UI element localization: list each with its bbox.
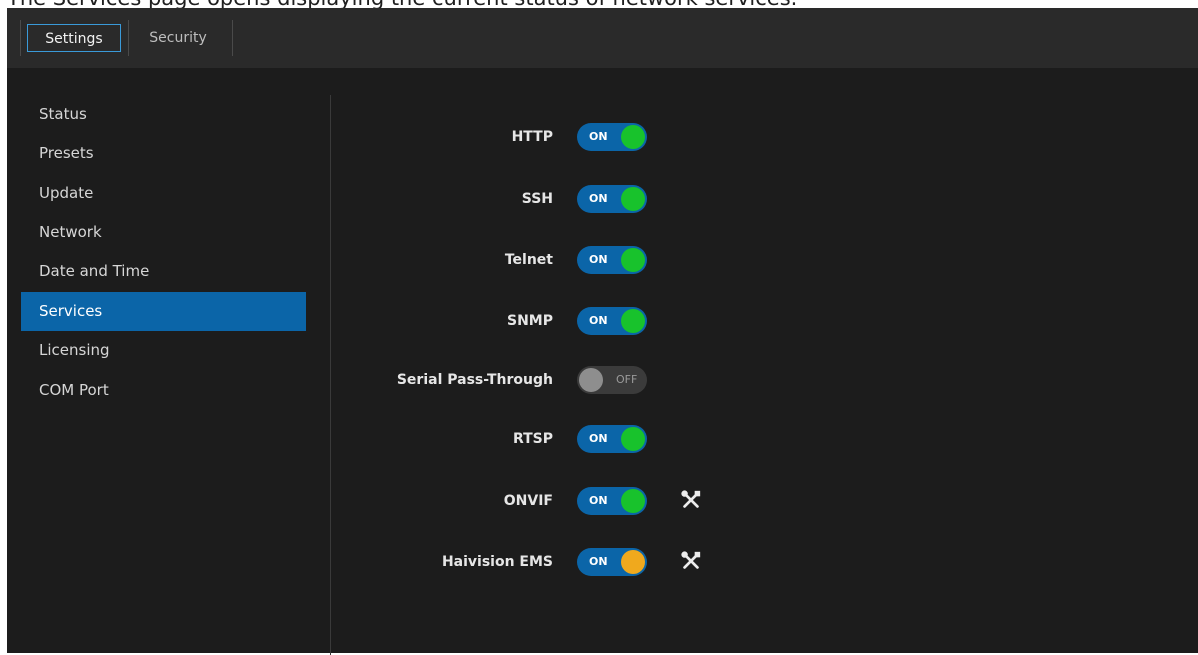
ssh-toggle[interactable]: ON	[577, 185, 647, 213]
service-label-onvif: ONVIF	[503, 493, 553, 509]
toggle-state-text: ON	[589, 130, 608, 143]
status-indicator-green	[621, 489, 645, 513]
http-toggle[interactable]: ON	[577, 123, 647, 151]
sidebar-item-network[interactable]: Network	[21, 213, 306, 252]
status-indicator-green	[621, 427, 645, 451]
onvif-toggle[interactable]: ON	[577, 487, 647, 515]
serial-pass-through-toggle[interactable]: OFF	[577, 366, 647, 394]
status-indicator-green	[621, 125, 645, 149]
toggle-state-text: ON	[589, 253, 608, 266]
service-label-telnet: Telnet	[504, 252, 553, 268]
sidebar-item-licensing[interactable]: Licensing	[21, 331, 306, 370]
toggle-state-text: OFF	[616, 373, 638, 386]
sidebar-item-status[interactable]: Status	[21, 95, 306, 134]
tab-separator	[232, 20, 233, 56]
toggle-state-text: ON	[589, 494, 608, 507]
sidebar-item-update[interactable]: Update	[21, 174, 306, 213]
sidebar-item-services[interactable]: Services	[21, 292, 306, 331]
document-caption: The Services page opens displaying the c…	[7, 0, 797, 10]
sidebar-item-presets[interactable]: Presets	[21, 134, 306, 173]
status-indicator-amber	[621, 550, 645, 574]
rtsp-toggle[interactable]: ON	[577, 425, 647, 453]
service-label-snmp: SNMP	[507, 313, 553, 329]
haivision-ems-toggle[interactable]: ON	[577, 548, 647, 576]
sidebar-item-date-and-time[interactable]: Date and Time	[21, 252, 306, 291]
tools-icon[interactable]	[680, 550, 702, 572]
toggle-state-text: ON	[589, 432, 608, 445]
snmp-toggle[interactable]: ON	[577, 307, 647, 335]
sidebar-item-com-port[interactable]: COM Port	[21, 371, 306, 410]
toggle-state-text: ON	[589, 314, 608, 327]
tab-separator	[20, 20, 21, 56]
toggle-state-text: ON	[589, 555, 608, 568]
service-label-rtsp: RTSP	[512, 431, 553, 447]
top-nav-bar: Settings Security	[7, 8, 1198, 68]
telnet-toggle[interactable]: ON	[577, 246, 647, 274]
tools-icon[interactable]	[680, 489, 702, 511]
app-window: Settings Security Status Presets Update …	[7, 8, 1198, 655]
service-label-http: HTTP	[511, 129, 553, 145]
status-indicator-gray	[579, 368, 603, 392]
tab-separator	[128, 20, 129, 56]
status-indicator-green	[621, 187, 645, 211]
status-indicator-green	[621, 309, 645, 333]
status-indicator-green	[621, 248, 645, 272]
tab-settings[interactable]: Settings	[27, 24, 121, 52]
service-label-haivision-ems: Haivision EMS	[441, 554, 553, 570]
toggle-state-text: ON	[589, 192, 608, 205]
service-label-serial-pass-through: Serial Pass-Through	[396, 372, 553, 388]
tab-security[interactable]: Security	[133, 24, 223, 52]
service-label-ssh: SSH	[521, 191, 553, 207]
